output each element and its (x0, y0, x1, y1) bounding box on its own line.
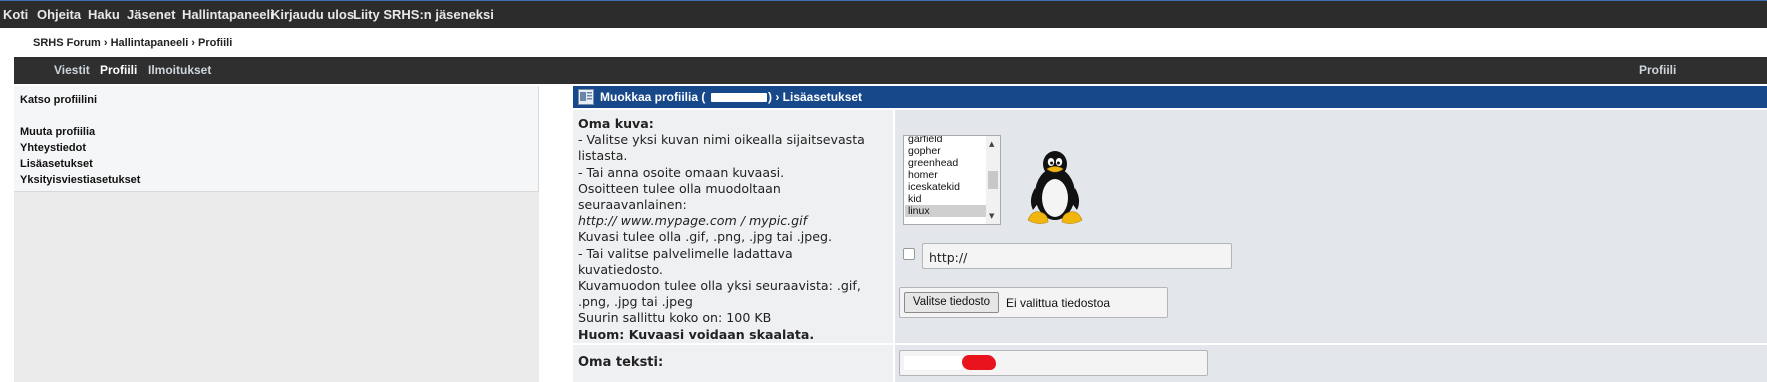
redacted-signature-text (904, 356, 962, 370)
tab-profile[interactable]: Profiili (100, 63, 137, 77)
nav-members[interactable]: Jäsenet (127, 7, 175, 22)
avatar-url-value: http:// (929, 250, 968, 265)
avatar-label: Oma kuva: (578, 116, 654, 131)
panel-title-prefix: Muokkaa profiilia ( (600, 90, 706, 104)
red-redaction-mark (962, 355, 996, 370)
avatar-help-line: Osoitteen tulee olla muodoltaan (578, 180, 781, 196)
avatar-help-line: Suurin sallittu koko on: 100 KB (578, 310, 772, 326)
avatar-file-upload: Valitse tiedosto Ei valittua tiedostoa (899, 287, 1168, 318)
avatar-scale-note: Huom: Kuvaasi voidaan skaalata. (578, 326, 815, 342)
avatar-help-line: Kuvamuodon tulee olla yksi seuraavista: … (578, 278, 861, 294)
tab-messages[interactable]: Viestit (54, 63, 90, 77)
scrollbar-thumb[interactable] (988, 171, 998, 189)
nav-search[interactable]: Haku (88, 7, 120, 22)
avatar-help-line: - Valitse yksi kuvan nimi oikealla sijai… (578, 132, 865, 148)
nav-logout[interactable]: Kirjaudu ulos (271, 7, 354, 22)
sub-navigation: Viestit Profiili Ilmoitukset Profiili (14, 57, 1767, 84)
avatar-help-line: http:// www.mypage.com / mypic.gif (578, 213, 808, 229)
list-scrollbar[interactable]: ▲ ▼ (986, 136, 1000, 224)
avatar-option[interactable]: kid (908, 193, 921, 205)
tab-notifications[interactable]: Ilmoitukset (148, 63, 211, 77)
avatar-help-line: listasta. (578, 148, 628, 164)
profile-edit-icon (578, 89, 594, 105)
avatar-description: Oma kuva: - Valitse yksi kuvan nimi oike… (578, 116, 890, 343)
sidebar-item-view-profile[interactable]: Katso profiilini (20, 94, 97, 106)
avatar-option[interactable]: homer (908, 169, 938, 181)
redacted-username (711, 93, 767, 102)
avatar-option[interactable]: gopher (908, 145, 941, 157)
avatar-help-line: .png, .jpg tai .jpeg (578, 294, 693, 310)
scroll-up-arrow-icon[interactable]: ▲ (989, 140, 994, 148)
sidebar: Katso profiilini Muuta profiilia Yhteyst… (14, 86, 539, 382)
avatar-option-selected[interactable]: linux (905, 205, 988, 217)
top-navigation: Koti Ohjeita Haku Jäsenet Hallintapaneel… (0, 0, 1767, 28)
sidebar-item-pm-settings[interactable]: Yksityisviestiasetukset (20, 174, 140, 186)
panel-title-suffix: ) › Lisäasetukset (768, 90, 863, 104)
sidebar-heading-edit-profile: Muuta profiilia (20, 126, 96, 138)
panel-header: Muokkaa profiilia ( ) › Lisäasetukset (573, 86, 1767, 108)
avatar-option[interactable]: garfield (908, 136, 942, 145)
nav-home[interactable]: Koti (3, 7, 28, 22)
avatar-option[interactable]: iceskatekid (908, 181, 960, 193)
avatar-url-input[interactable]: http:// (922, 243, 1232, 269)
scroll-down-arrow-icon[interactable]: ▼ (989, 212, 994, 220)
avatar-select-list[interactable]: garfield gopher greenhead homer iceskate… (903, 135, 1001, 225)
tux-penguin-icon (1027, 151, 1083, 224)
choose-file-button[interactable]: Valitse tiedosto (904, 292, 999, 313)
avatar-help-line: kuvatiedosto. (578, 261, 663, 277)
avatar-help-line: Kuvasi tulee olla .gif, .png, .jpg tai .… (578, 229, 832, 245)
nav-help[interactable]: Ohjeita (37, 7, 81, 22)
signature-label: Oma teksti: (578, 355, 664, 370)
sidebar-item-contact[interactable]: Yhteystiedot (20, 142, 86, 154)
sidebar-item-advanced[interactable]: Lisäasetukset (20, 158, 93, 170)
avatar-help-line: - Tai valitse palvelimelle ladattava (578, 245, 793, 261)
signature-input[interactable] (899, 350, 1208, 376)
avatar-help-line: seuraavanlainen: (578, 197, 687, 213)
subnav-profile-label: Profiili (1639, 63, 1677, 77)
file-status-text: Ei valittua tiedostoa (1006, 296, 1111, 310)
breadcrumb[interactable]: SRHS Forum › Hallintapaneeli › Profiili (33, 37, 232, 49)
nav-control-panel[interactable]: Hallintapaneeli (182, 7, 274, 22)
sidebar-menu: Katso profiilini Muuta profiilia Yhteyst… (14, 86, 539, 192)
avatar-url-checkbox[interactable] (903, 248, 915, 260)
avatar-option[interactable]: greenhead (908, 157, 958, 169)
nav-join[interactable]: Liity SRHS:n jäseneksi (353, 7, 494, 22)
avatar-help-line: - Tai anna osoite omaan kuvaasi. (578, 164, 785, 180)
